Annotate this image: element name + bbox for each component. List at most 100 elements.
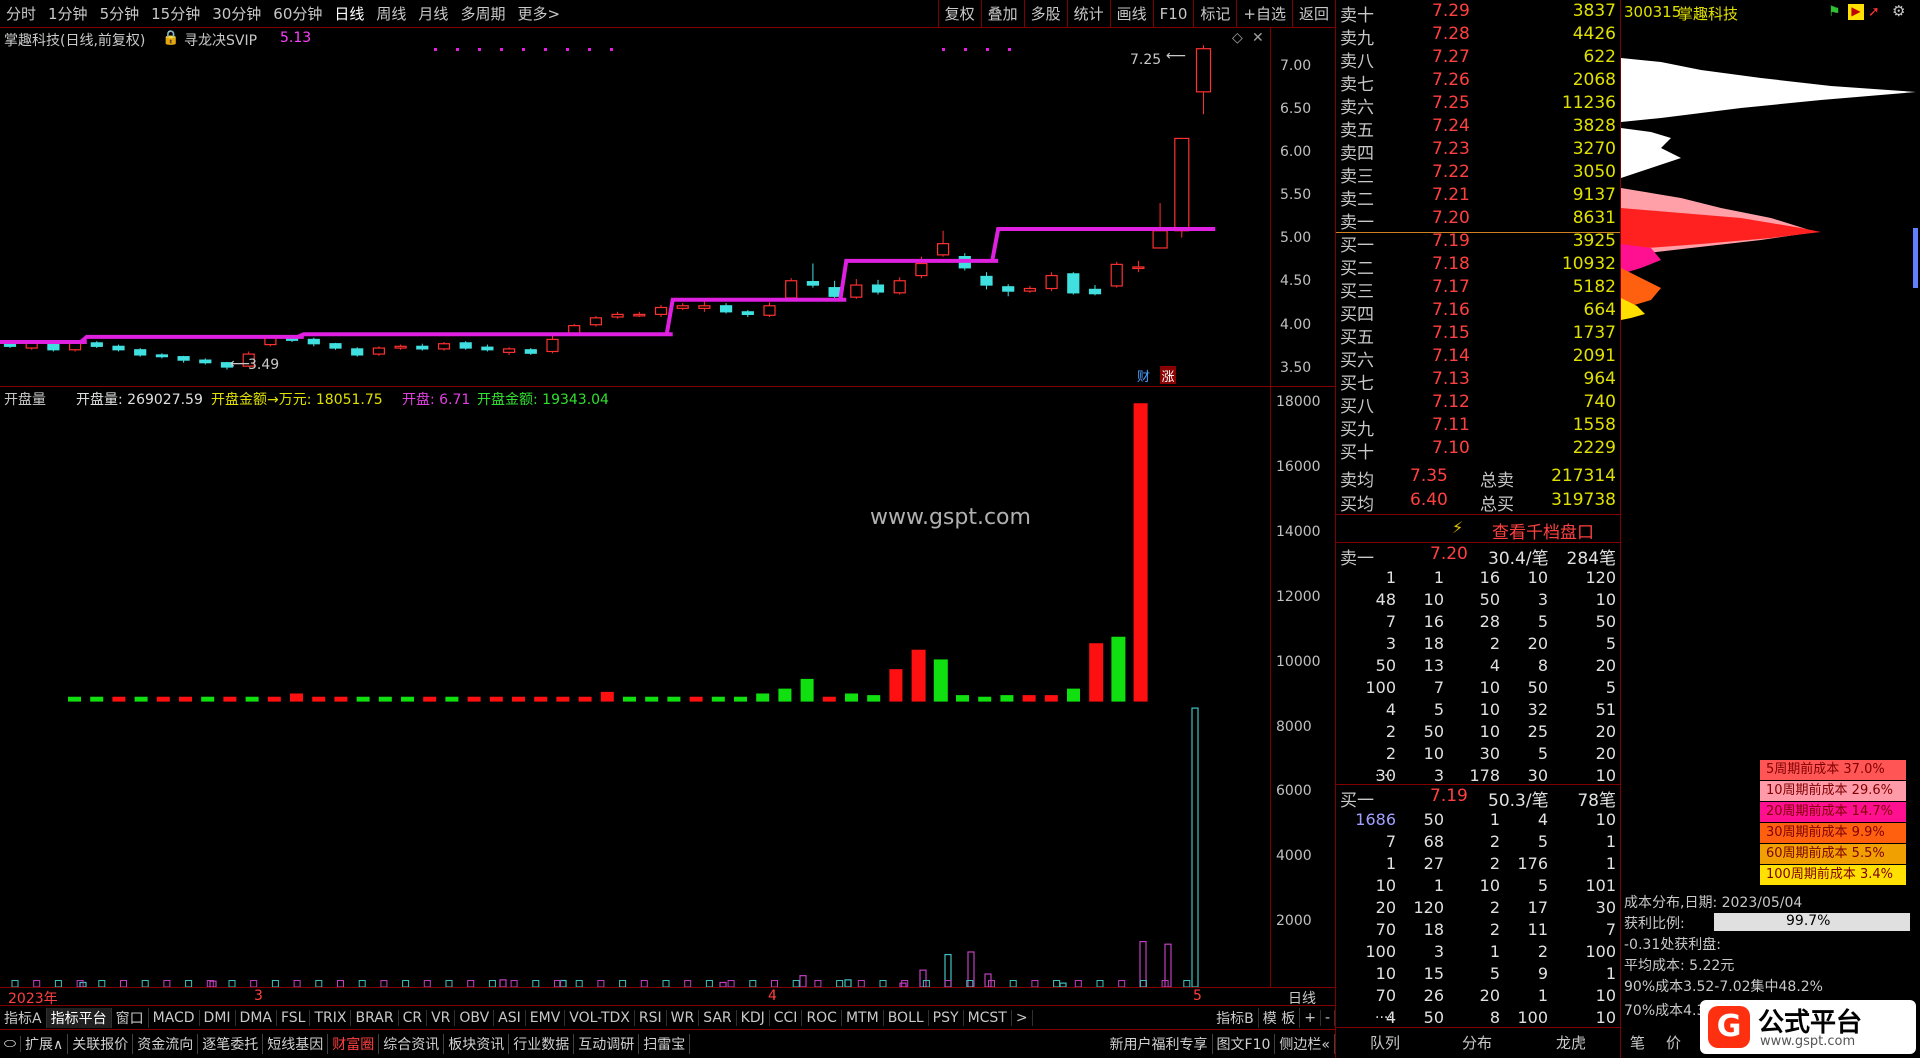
order-book-row[interactable]: 买二 7.18 10932: [1340, 254, 1616, 279]
indicator-tab-8[interactable]: BRAR: [351, 1009, 399, 1026]
order-book-row[interactable]: 卖一 7.20 8631: [1340, 208, 1616, 233]
bottom-tab-6[interactable]: 综合资讯: [379, 1034, 445, 1054]
indicator-tab-5[interactable]: DMA: [236, 1009, 277, 1026]
indicator-tab-15[interactable]: RSI: [635, 1009, 667, 1026]
bottom-tab-0[interactable]: 扩展∧: [21, 1034, 69, 1054]
indicator-tab-21[interactable]: MTM: [842, 1009, 884, 1026]
flag-icon[interactable]: ⚑: [1828, 4, 1841, 20]
bottom-tab-4[interactable]: 短线基因: [263, 1034, 329, 1054]
order-book-row[interactable]: 买十 7.10 2229: [1340, 438, 1616, 463]
order-book-row[interactable]: 卖五 7.24 3828: [1340, 116, 1616, 141]
cost-legend-item[interactable]: 60周期前成本 5.5%: [1760, 844, 1906, 864]
order-book-row[interactable]: 卖八 7.27 622: [1340, 47, 1616, 72]
indicator-right-tab-3[interactable]: -: [1321, 1009, 1335, 1026]
indicator-tab-24[interactable]: MCST: [964, 1009, 1012, 1026]
toolbar-button-3[interactable]: 统计: [1066, 0, 1110, 28]
period-tab-6[interactable]: 日线: [328, 3, 370, 24]
indicator-tab-17[interactable]: SAR: [699, 1009, 737, 1026]
order-book-row[interactable]: 买七 7.13 964: [1340, 369, 1616, 394]
indicator-tab-2[interactable]: 窗口: [112, 1007, 149, 1028]
order-book-row[interactable]: 卖六 7.25 11236: [1340, 93, 1616, 118]
cost-legend-item[interactable]: 20周期前成本 14.7%: [1760, 802, 1906, 822]
bottom-right-tab-0[interactable]: 新用户福利专享: [1106, 1034, 1213, 1054]
toolbar-button-5[interactable]: F10: [1152, 0, 1194, 28]
period-tab-4[interactable]: 30分钟: [206, 3, 267, 24]
toolbar-button-8[interactable]: 返回: [1291, 0, 1335, 28]
order-book-row[interactable]: 买一 7.19 3925: [1340, 231, 1616, 256]
period-tab-8[interactable]: 月线: [412, 3, 454, 24]
view-thousand-button[interactable]: 查看千档盘口: [1492, 518, 1594, 543]
indicator-tab-14[interactable]: VOL-TDX: [565, 1009, 635, 1026]
toolbar-button-6[interactable]: 标记: [1193, 0, 1236, 28]
period-tab-1[interactable]: 1分钟: [42, 3, 94, 24]
tab-price[interactable]: 价: [1666, 1032, 1681, 1053]
queue-sell-more[interactable]: ....: [1375, 764, 1393, 780]
period-tab-7[interactable]: 周线: [370, 3, 412, 24]
order-book-row[interactable]: 买九 7.11 1558: [1340, 415, 1616, 440]
order-book-row[interactable]: 卖四 7.23 3270: [1340, 139, 1616, 164]
cost-legend-item[interactable]: 30周期前成本 9.9%: [1760, 823, 1906, 843]
toolbar-button-7[interactable]: +自选: [1236, 0, 1292, 28]
period-tab-0[interactable]: 分时: [0, 3, 42, 24]
cost-legend-item[interactable]: 10周期前成本 29.6%: [1760, 781, 1906, 801]
order-book-row[interactable]: 卖三 7.22 3050: [1340, 162, 1616, 187]
indicator-tab-3[interactable]: MACD: [149, 1009, 200, 1026]
bottom-tab-10[interactable]: 扫雷宝: [639, 1034, 691, 1054]
limit-up-badge[interactable]: 涨: [1160, 366, 1176, 385]
bottom-right-tab-2[interactable]: 侧边栏«: [1275, 1034, 1335, 1054]
indicator-tab-20[interactable]: ROC: [802, 1009, 842, 1026]
order-book-row[interactable]: 买五 7.15 1737: [1340, 323, 1616, 348]
tab-distribution[interactable]: 分布: [1462, 1032, 1492, 1053]
bottom-tab-1[interactable]: 关联报价: [68, 1034, 134, 1054]
order-book-row[interactable]: 卖九 7.28 4426: [1340, 24, 1616, 49]
cost-legend-item[interactable]: 100周期前成本 3.4%: [1760, 865, 1906, 885]
finance-badge[interactable]: 财: [1137, 366, 1150, 385]
indicator-tab-12[interactable]: ASI: [494, 1009, 526, 1026]
indicator-tab-16[interactable]: WR: [667, 1009, 700, 1026]
period-tab-5[interactable]: 60分钟: [267, 3, 328, 24]
toolbar-button-0[interactable]: 复权: [937, 0, 981, 28]
tab-dragon-tiger[interactable]: 龙虎: [1556, 1032, 1586, 1053]
indicator-tab-19[interactable]: CCI: [770, 1009, 803, 1026]
indicator-tab-6[interactable]: FSL: [277, 1009, 311, 1026]
order-book-row[interactable]: 卖七 7.26 2068: [1340, 70, 1616, 95]
indicator-tab-1[interactable]: 指标平台: [46, 1007, 112, 1028]
period-tab-2[interactable]: 5分钟: [94, 3, 146, 24]
indicator-tab-25[interactable]: >: [1012, 1009, 1033, 1026]
period-tab-9[interactable]: 多周期: [454, 3, 511, 24]
indicator-tab-0[interactable]: 指标A: [0, 1007, 47, 1028]
indicator-tab-13[interactable]: EMV: [526, 1009, 566, 1026]
indicator-tab-11[interactable]: OBV: [455, 1009, 495, 1026]
bottom-tab-8[interactable]: 行业数据: [509, 1034, 575, 1054]
play-icon[interactable]: ▶: [1848, 4, 1864, 20]
bottom-tab-3[interactable]: 逐笔委托: [198, 1034, 264, 1054]
indicator-tab-7[interactable]: TRIX: [310, 1009, 352, 1026]
settings-icon[interactable]: ⚙: [1892, 2, 1905, 20]
bottom-tab-2[interactable]: 资金流向: [133, 1034, 199, 1054]
order-book-row[interactable]: 买八 7.12 740: [1340, 392, 1616, 417]
indicator-tab-23[interactable]: PSY: [929, 1009, 964, 1026]
period-tab-3[interactable]: 15分钟: [145, 3, 206, 24]
order-book-row[interactable]: 卖十 7.29 3837: [1340, 1, 1616, 26]
bottom-right-tab-1[interactable]: 图文F10: [1213, 1034, 1276, 1054]
queue-buy-more[interactable]: ....: [1375, 1006, 1393, 1022]
arrow-icon[interactable]: ➚: [1868, 4, 1880, 20]
indicator-tab-22[interactable]: BOLL: [884, 1009, 929, 1026]
indicator-tab-18[interactable]: KDJ: [737, 1009, 770, 1026]
indicator-tab-9[interactable]: CR: [399, 1009, 428, 1026]
bottom-tab-9[interactable]: 互动调研: [574, 1034, 640, 1054]
tab-queue[interactable]: 队列: [1370, 1032, 1400, 1053]
indicator-right-tab-1[interactable]: 模 板: [1259, 1007, 1301, 1028]
period-tab-10[interactable]: 更多>: [511, 3, 566, 24]
indicator-right-tab-0[interactable]: 指标B: [1212, 1007, 1259, 1028]
toolbar-button-1[interactable]: 叠加: [980, 0, 1024, 28]
indicator-tab-10[interactable]: VR: [427, 1009, 456, 1026]
order-book-row[interactable]: 买六 7.14 2091: [1340, 346, 1616, 371]
bottom-tab-7[interactable]: 板块资讯: [444, 1034, 510, 1054]
bottom-tab-5[interactable]: 财富圈: [328, 1034, 380, 1054]
tab-trades[interactable]: 笔: [1630, 1032, 1645, 1053]
order-book-row[interactable]: 卖二 7.21 9137: [1340, 185, 1616, 210]
order-book-row[interactable]: 买四 7.16 664: [1340, 300, 1616, 325]
indicator-right-tab-2[interactable]: +: [1300, 1009, 1321, 1026]
order-book-row[interactable]: 买三 7.17 5182: [1340, 277, 1616, 302]
